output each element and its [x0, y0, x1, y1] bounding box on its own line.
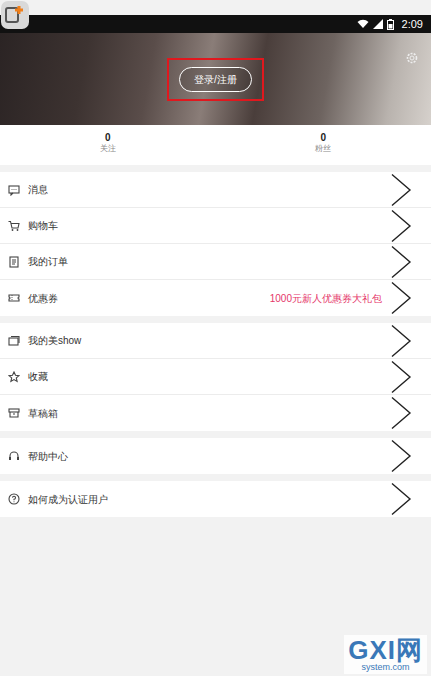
watermark-logo: GXI网	[348, 637, 423, 663]
battery-icon	[387, 19, 394, 30]
stat-item[interactable]: 0关注	[0, 131, 216, 161]
gear-icon[interactable]	[405, 51, 419, 65]
menu-item[interactable]: 购物车	[0, 208, 431, 244]
menu-label: 我的订单	[28, 254, 68, 269]
menu-item[interactable]: 消息	[0, 172, 431, 208]
profile-page: 2:09 登录/注册 0关注0粉丝消息购物车我的订单优惠券 1000元新人优惠券大礼包…	[0, 0, 431, 676]
menu-item[interactable]: 收藏	[0, 359, 431, 395]
message-icon	[8, 184, 20, 196]
chevron-right-icon	[390, 396, 412, 430]
chevron-right-icon	[390, 281, 412, 315]
menu-note: 1000元新人优惠券大礼包	[270, 291, 382, 306]
login-button[interactable]: 登录/注册	[179, 67, 252, 92]
clock: 2:09	[402, 16, 423, 33]
stats-row: 0关注0粉丝	[0, 125, 431, 165]
profile-cover-photo: 登录/注册	[0, 33, 431, 125]
wifi-icon	[357, 19, 369, 29]
signal-icon	[373, 19, 383, 29]
star-icon	[8, 371, 20, 383]
menu-label: 我的美show	[28, 333, 81, 348]
menu-label: 草稿箱	[28, 406, 58, 421]
show-icon	[8, 335, 20, 347]
menu-label: 消息	[28, 182, 48, 197]
help-icon	[8, 450, 20, 462]
menu-group: 我的美show 收藏草稿箱	[0, 323, 431, 431]
menu-label: 帮助中心	[28, 449, 68, 464]
stat-value: 0	[0, 131, 216, 144]
chevron-right-icon	[390, 173, 412, 207]
menu-label: 购物车	[28, 218, 58, 233]
drafts-icon	[8, 407, 20, 419]
chevron-right-icon	[390, 439, 412, 473]
order-icon	[8, 256, 20, 268]
chevron-right-icon	[390, 209, 412, 243]
chevron-right-icon	[390, 324, 412, 358]
stat-value: 0	[216, 131, 431, 144]
chevron-right-icon	[390, 360, 412, 394]
menu-group: 消息购物车我的订单优惠券 1000元新人优惠券大礼包	[0, 172, 431, 316]
stat-item[interactable]: 0粉丝	[216, 131, 431, 161]
menu-label: 优惠券	[28, 291, 58, 306]
menu-item[interactable]: 如何成为认证用户	[0, 481, 431, 517]
watermark-domain: system.com	[348, 663, 423, 672]
chevron-right-icon	[390, 245, 412, 279]
stat-label: 粉丝	[216, 144, 431, 154]
menu-group: 如何成为认证用户	[0, 481, 431, 517]
menu-item[interactable]: 帮助中心	[0, 438, 431, 474]
login-highlight: 登录/注册	[167, 58, 264, 101]
cart-icon	[8, 220, 20, 232]
menu-item[interactable]: 我的订单	[0, 244, 431, 280]
status-bar: 2:09	[0, 15, 431, 33]
menu-label: 如何成为认证用户	[28, 492, 108, 507]
stat-label: 关注	[0, 144, 216, 154]
menu-label: 收藏	[28, 369, 48, 384]
menu-item[interactable]: 我的美show	[0, 323, 431, 359]
menu-group: 帮助中心	[0, 438, 431, 474]
menu-item[interactable]: 优惠券 1000元新人优惠券大礼包	[0, 280, 431, 316]
watermark: GXI网system.com	[344, 635, 427, 674]
coupon-icon	[8, 292, 20, 304]
menu-item[interactable]: 草稿箱	[0, 395, 431, 431]
question-icon	[8, 493, 20, 505]
chevron-right-icon	[390, 482, 412, 516]
